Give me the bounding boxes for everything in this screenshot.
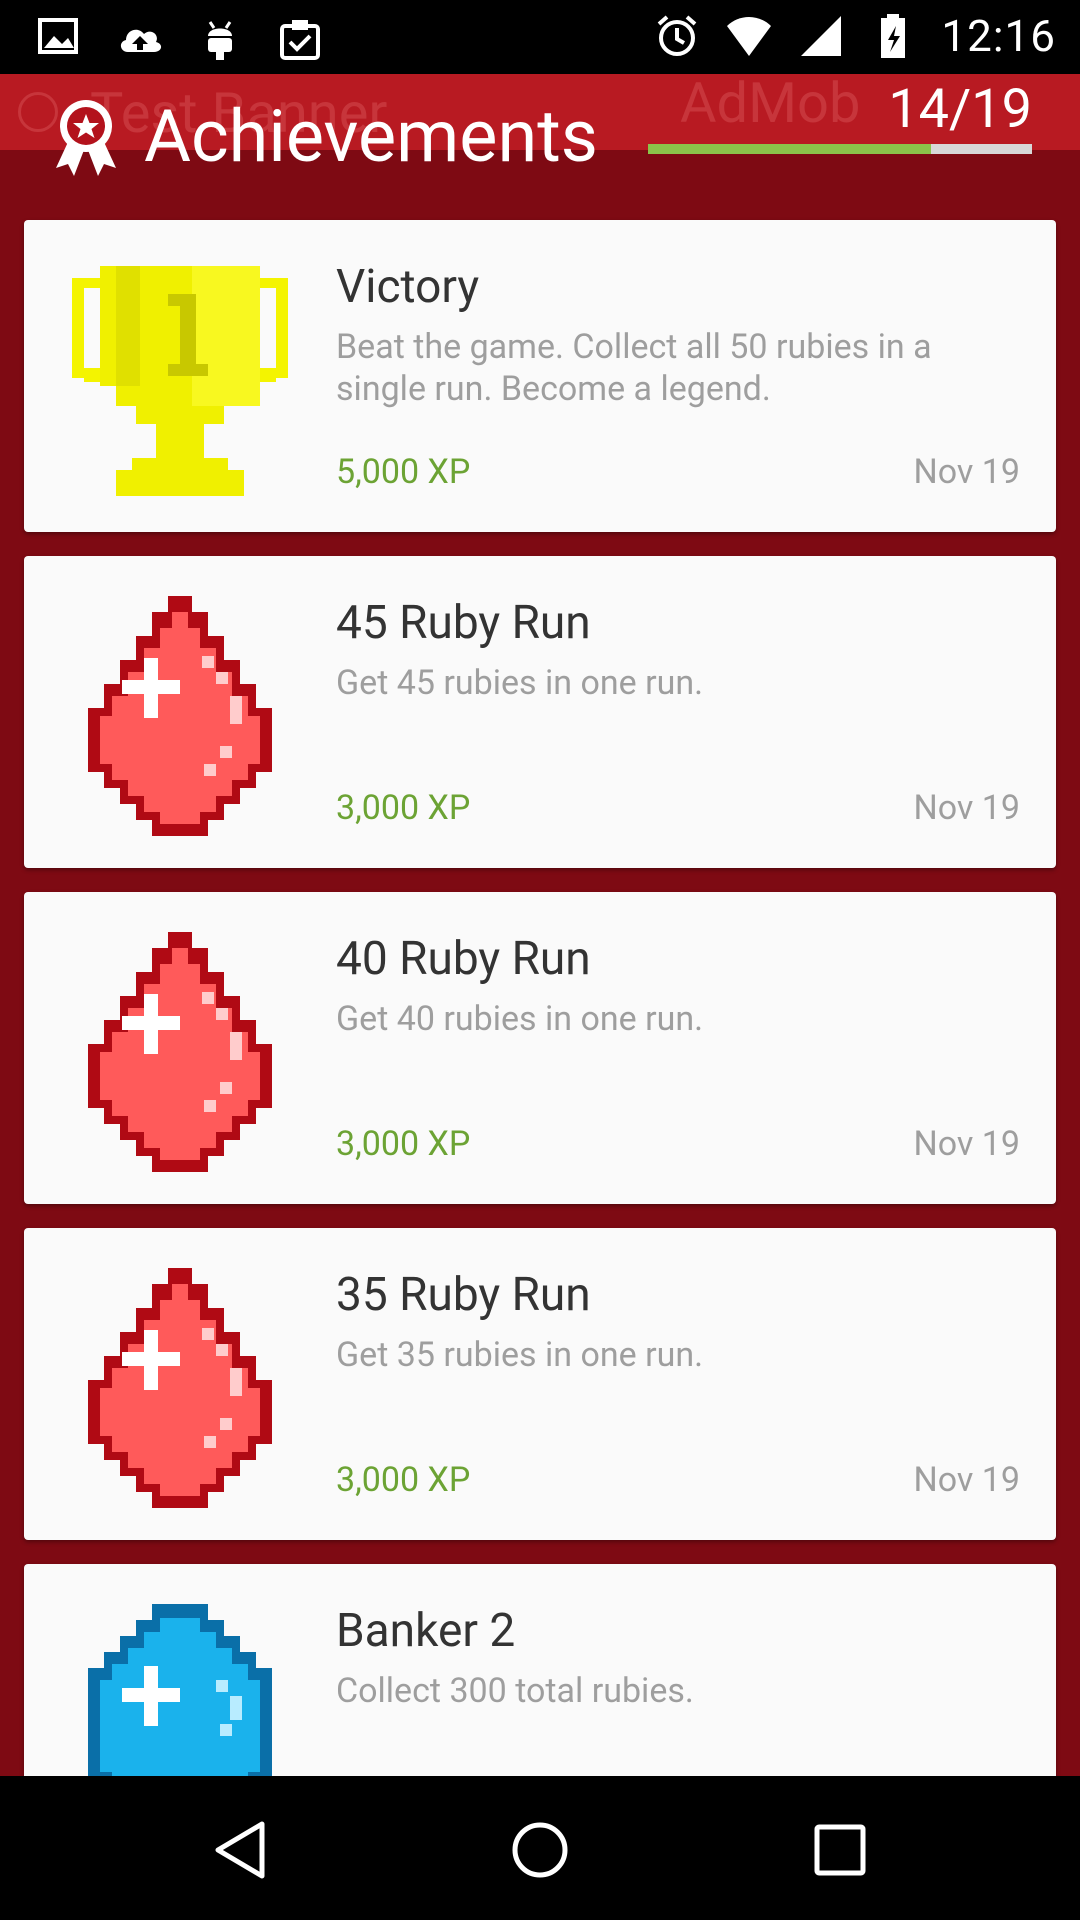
achievement-xp: 3,000 XP (336, 1124, 471, 1164)
achievement-xp: 3,000 XP (336, 1460, 471, 1500)
page-title: Achievements (144, 94, 598, 179)
android-icon (208, 21, 232, 60)
achievement-description: Beat the game. Collect all 50 rubies in … (336, 327, 932, 409)
ruby-icon (88, 932, 272, 1172)
achievement-xp: 3,000 XP (336, 788, 471, 828)
achievement-date: Nov 19 (913, 452, 1020, 492)
achievements-header: Achievements 14/19 (0, 74, 1080, 194)
achievement-name: 45 Ruby Run (336, 596, 591, 650)
back-icon[interactable] (208, 1818, 272, 1882)
progress-fill (648, 144, 931, 154)
achievement-date: Nov 19 (913, 1124, 1020, 1164)
achievement-card[interactable]: 45 Ruby Run Get 45 rubies in one run. 3,… (24, 556, 1056, 868)
achievement-name: Banker 2 (336, 1604, 516, 1658)
cloud-upload-icon (120, 29, 162, 52)
navigation-bar (0, 1776, 1080, 1920)
achievement-date: Nov 19 (913, 788, 1020, 828)
ruby-icon (88, 1268, 272, 1508)
achievement-xp: 5,000 XP (336, 452, 471, 492)
achievement-name: 40 Ruby Run (336, 932, 591, 986)
clipboard-check-icon (280, 20, 320, 60)
achievement-name: Victory (336, 260, 480, 314)
achievement-card[interactable]: 35 Ruby Run Get 35 rubies in one run. 3,… (24, 1228, 1056, 1540)
wifi-icon (727, 17, 772, 56)
achievement-count: 14/19 (888, 78, 1032, 141)
battery-icon (881, 14, 906, 58)
achievement-name: 35 Ruby Run (336, 1268, 591, 1322)
ruby-icon (88, 596, 272, 836)
signal-icon (801, 16, 842, 56)
image-icon (38, 18, 78, 54)
achievement-progress-bar (648, 144, 1032, 154)
trophy-icon (72, 266, 288, 496)
achievement-description: Get 35 rubies in one run. (336, 1335, 704, 1375)
alarm-icon (658, 15, 697, 56)
status-bar: 12:16 (0, 0, 1080, 74)
award-ribbon-icon (56, 100, 116, 176)
home-icon[interactable] (508, 1818, 572, 1882)
achievement-description: Get 40 rubies in one run. (336, 999, 704, 1039)
achievement-description: Get 45 rubies in one run. (336, 663, 704, 703)
recents-icon[interactable] (808, 1818, 872, 1882)
achievement-card[interactable]: 40 Ruby Run Get 40 rubies in one run. 3,… (24, 892, 1056, 1204)
achievement-description: Collect 300 total rubies. (336, 1671, 694, 1711)
clock: 12:16 (941, 10, 1056, 62)
achievement-card[interactable]: Victory Beat the game. Collect all 50 ru… (24, 220, 1056, 532)
achievement-date: Nov 19 (913, 1460, 1020, 1500)
